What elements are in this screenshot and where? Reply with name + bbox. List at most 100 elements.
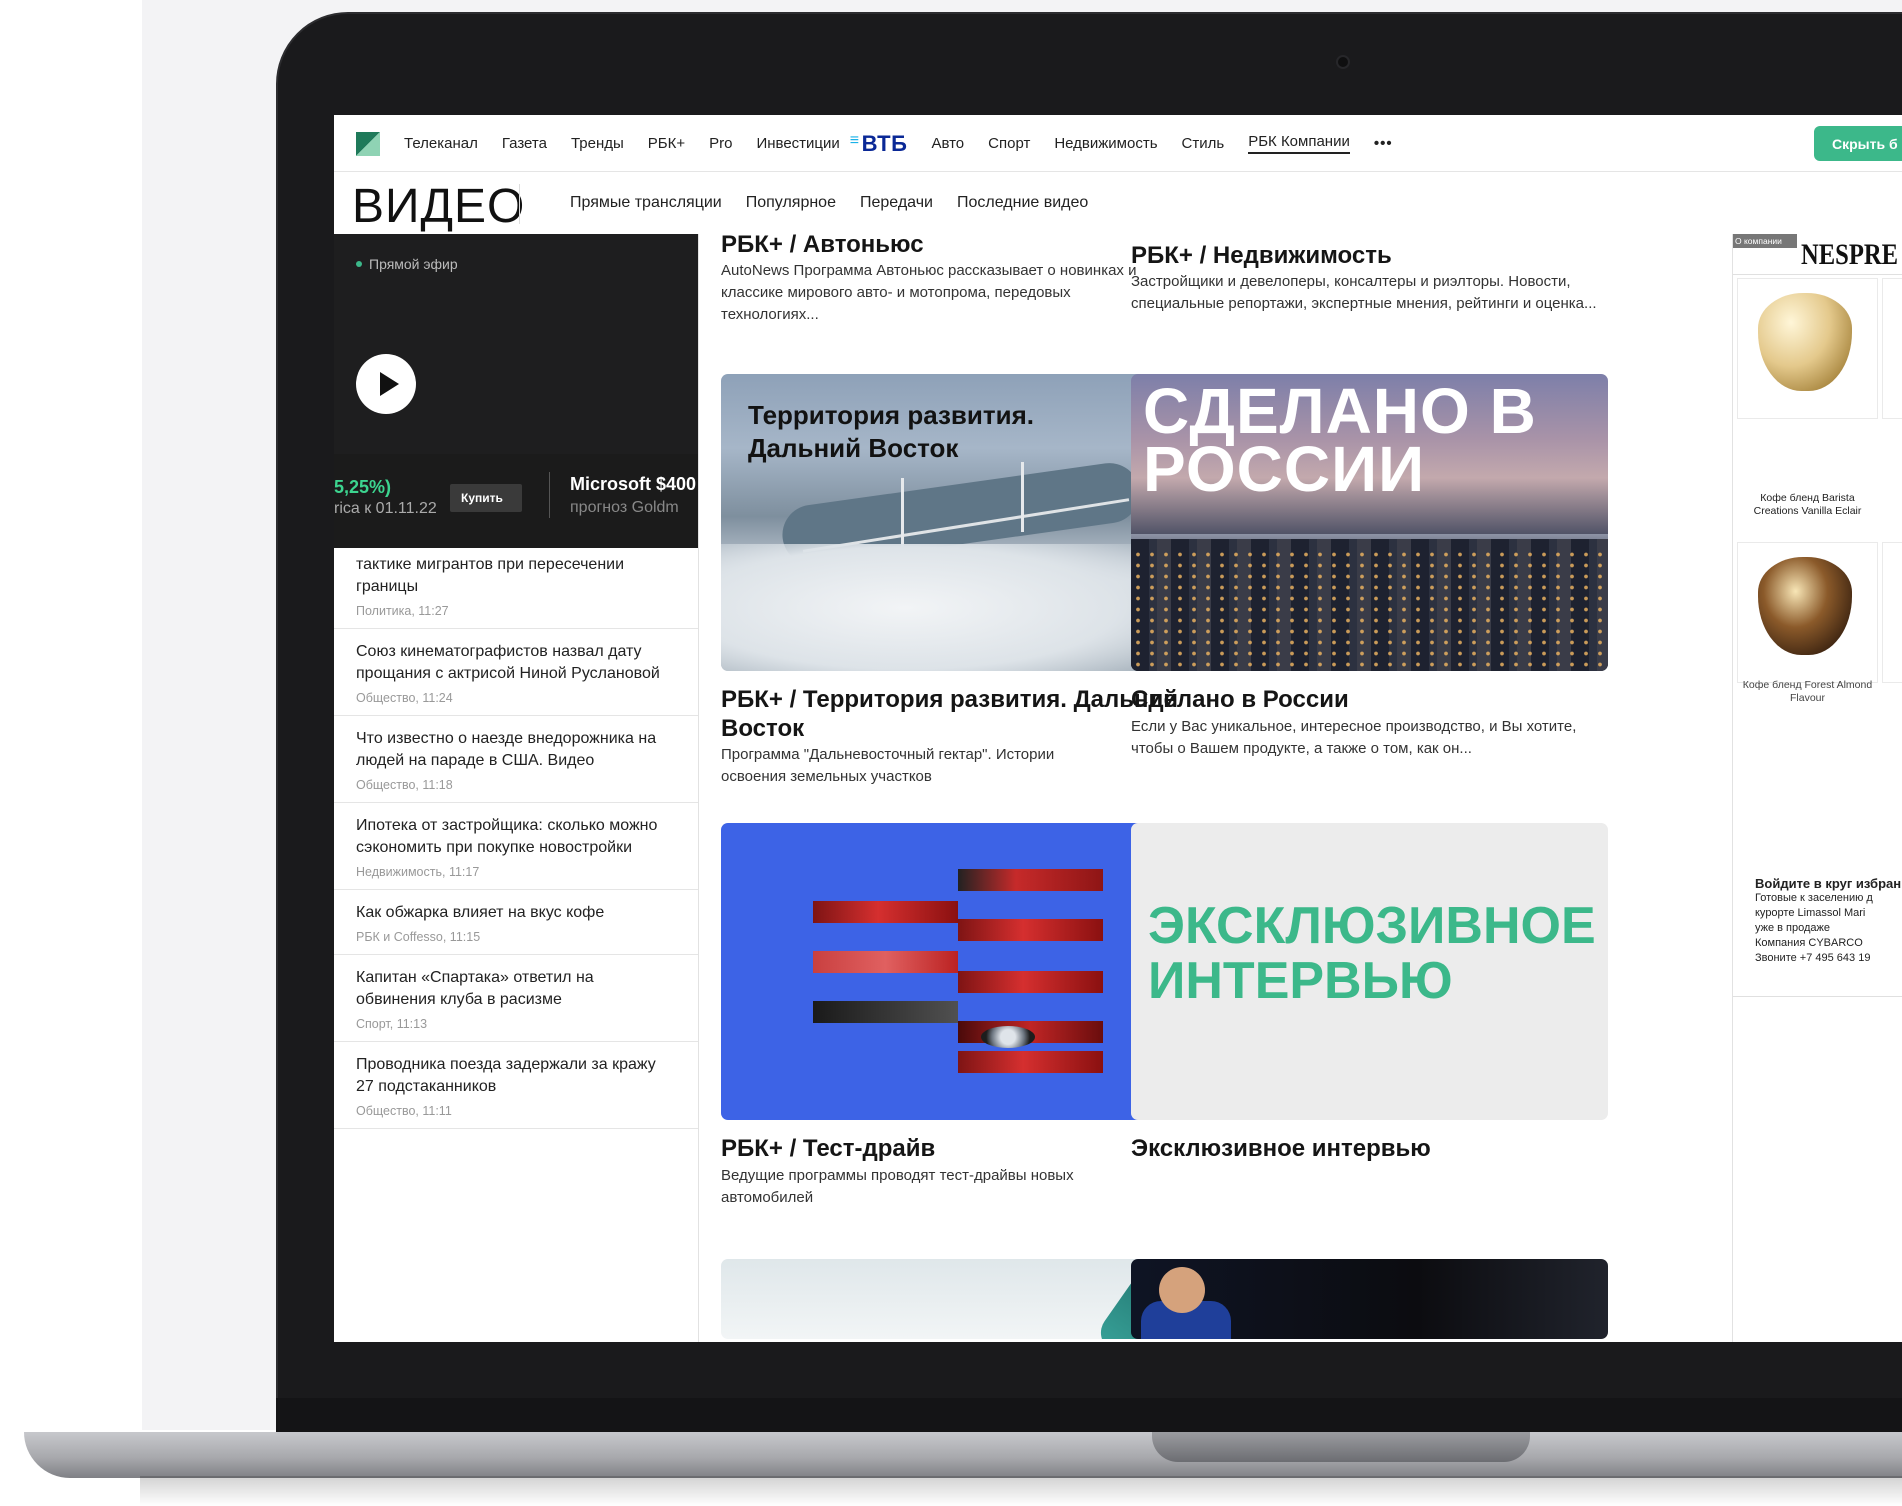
card-desc-made-in-russia: Если у Вас уникальное, интересное произв… (1131, 718, 1577, 757)
product-name[interactable]: Кофе бленд Barista Creations Vanilla Ecl… (1737, 492, 1878, 518)
ad-text-line: Звоните +7 495 643 19 (1755, 952, 1871, 964)
live-player[interactable]: Прямой эфир 5,25%) rica к 01.11.22 Купит… (334, 234, 698, 548)
ad-text-line: курорте Limassol Mari (1755, 907, 1866, 919)
page-background-left (0, 0, 142, 1506)
live-label: Прямой эфир (356, 256, 458, 272)
ad-text-line: Компания CYBARCO (1755, 937, 1863, 949)
thumb-athlete (1159, 1267, 1205, 1313)
nav-item-pro[interactable]: Pro (709, 135, 732, 152)
thumb-caption: СДЕЛАНО В РОССИИ (1143, 375, 1537, 505)
news-list: тактике мигрантов при пересечении границ… (334, 548, 698, 1129)
card-title-far-east[interactable]: РБК+ / Территория развития. Дальний Вост… (721, 685, 1191, 743)
card-title-test-drive[interactable]: РБК+ / Тест-драйв (721, 1134, 1191, 1163)
more-menu-icon[interactable]: ••• (1374, 135, 1393, 152)
news-title[interactable]: Союз кинематографистов назвал дату проща… (356, 641, 677, 685)
nav-item-trendy[interactable]: Тренды (571, 135, 624, 152)
ad-about-label[interactable]: О компании (1733, 234, 1797, 248)
thumb-headlight (981, 1026, 1035, 1048)
thumb-next-right[interactable] (1131, 1259, 1608, 1339)
thumb-exclusive-interview[interactable]: ЭКСКЛЮЗИВНОЕ ИНТЕРВЬЮ (1131, 823, 1608, 1120)
browser-screen: Телеканал Газета Тренды РБК+ Pro Инвести… (334, 115, 1902, 1342)
card-title-exclusive[interactable]: Эксклюзивное интервью (1131, 1134, 1601, 1163)
top-nav: Телеканал Газета Тренды РБК+ Pro Инвести… (334, 115, 1902, 172)
thumb-far-east[interactable]: Территория развития. Дальний Восток (721, 374, 1198, 671)
nav-item-rbc-plus[interactable]: РБК+ (648, 135, 685, 152)
news-sidebar: Прямой эфир 5,25%) rica к 01.11.22 Купит… (334, 234, 699, 1342)
news-item[interactable]: Что известно о наезде внедорожника на лю… (334, 716, 698, 803)
section-link-shows[interactable]: Передачи (860, 194, 933, 212)
news-item[interactable]: Союз кинематографистов назвал дату проща… (334, 629, 698, 716)
card-title-made-in-russia[interactable]: Сделано в России (1131, 685, 1601, 714)
section-divider (519, 184, 520, 224)
news-item[interactable]: Проводника поезда задержали за кражу 27 … (334, 1042, 698, 1129)
product-card[interactable] (1882, 278, 1902, 419)
ad-divider (1733, 996, 1902, 997)
ad-sidebar: О компании NESPRE Кофе бленд Barista Cre… (1732, 234, 1902, 1342)
thumb-car-stripe (958, 971, 1103, 993)
webcam-icon (1336, 55, 1350, 69)
ticker-percent: 5,25%) (334, 477, 392, 497)
news-meta: РБК и Coffesso, 11:15 (356, 930, 481, 944)
product-name[interactable]: Кофе бленд Forest Almond Flavour (1737, 679, 1878, 705)
nav-item-telekanal[interactable]: Телеканал (404, 135, 478, 152)
thumb-car-stripe (958, 869, 1103, 891)
thumb-lights (1131, 549, 1608, 669)
hide-banner-button[interactable]: Скрыть б (1814, 126, 1902, 161)
nav-item-rbc-companies[interactable]: РБК Компании (1248, 133, 1350, 154)
ad-text-line: Войдите в круг избран (1755, 876, 1902, 891)
product-card[interactable] (1737, 542, 1878, 683)
product-card[interactable] (1737, 278, 1878, 419)
nav-item-stil[interactable]: Стиль (1182, 135, 1225, 152)
thumb-fog (721, 544, 1198, 671)
section-links: Прямые трансляции Популярное Передачи По… (570, 172, 1088, 234)
ad-text-block[interactable]: Войдите в круг избран Готовые к заселени… (1755, 876, 1902, 966)
news-meta: Общество, 11:24 (356, 691, 453, 705)
nespresso-logo[interactable]: NESPRE (1801, 238, 1898, 272)
nav-item-sport[interactable]: Спорт (988, 135, 1030, 152)
vtb-sponsor-logo[interactable]: ВТБ (850, 131, 908, 157)
nav-item-investicii[interactable]: Инвестиции (756, 135, 839, 152)
news-item[interactable]: тактике мигрантов при пересечении границ… (334, 548, 698, 629)
laptop-hinge-notch (1152, 1432, 1530, 1462)
nav-item-gazeta[interactable]: Газета (502, 135, 547, 152)
thumb-car-stripe (958, 919, 1103, 941)
thumb-car-stripe (958, 1051, 1103, 1073)
news-title[interactable]: Что известно о наезде внедорожника на лю… (356, 728, 677, 772)
thumb-caption: ЭКСКЛЮЗИВНОЕ ИНТЕРВЬЮ (1148, 897, 1596, 1010)
ticker-divider (549, 472, 550, 518)
news-title[interactable]: Как обжарка влияет на вкус кофе (356, 902, 677, 924)
nav-item-nedvizhimost[interactable]: Недвижимость (1054, 135, 1157, 152)
news-title[interactable]: Ипотека от застройщика: сколько можно сэ… (356, 815, 677, 859)
thumb-next-left[interactable] (721, 1259, 1198, 1339)
section-link-popular[interactable]: Популярное (746, 194, 836, 212)
thumb-caption: Территория развития. Дальний Восток (748, 400, 1034, 463)
card-title-realty[interactable]: РБК+ / Недвижимость (1131, 241, 1601, 270)
news-meta: Общество, 11:18 (356, 778, 453, 792)
card-desc-test-drive: Ведущие программы проводят тест-драйвы н… (721, 1167, 1074, 1206)
news-item[interactable]: Как обжарка влияет на вкус кофе РБК и Co… (334, 890, 698, 955)
ad-divider (1733, 274, 1902, 275)
section-title: ВИДЕО (352, 180, 526, 233)
thumb-bridge-tower (1021, 462, 1024, 532)
section-link-latest[interactable]: Последние видео (957, 194, 1088, 212)
play-icon[interactable] (356, 354, 416, 414)
section-link-live[interactable]: Прямые трансляции (570, 194, 722, 212)
thumb-car-stripe (813, 951, 958, 973)
video-grid: РБК+ / Автоньюс AutoNews Программа Автон… (699, 234, 1732, 1342)
news-meta: Недвижимость, 11:17 (356, 865, 480, 879)
thumb-made-in-russia[interactable]: СДЕЛАНО В РОССИИ (1131, 374, 1608, 671)
product-card[interactable] (1882, 542, 1902, 683)
buy-button[interactable]: Купить (450, 484, 522, 512)
thumb-car-stripe (813, 901, 958, 923)
laptop-base (24, 1432, 1902, 1478)
nav-item-avto[interactable]: Авто (931, 135, 964, 152)
coffee-capsule-icon (1758, 293, 1852, 391)
card-title-autonews[interactable]: РБК+ / Автоньюс (721, 234, 1191, 259)
news-title[interactable]: тактике мигрантов при пересечении границ… (356, 554, 677, 598)
news-item[interactable]: Капитан «Спартака» ответил на обвинения … (334, 955, 698, 1042)
news-title[interactable]: Капитан «Спартака» ответил на обвинения … (356, 967, 677, 1011)
thumb-test-drive[interactable] (721, 823, 1198, 1120)
rbc-logo-icon[interactable] (356, 132, 380, 156)
news-title[interactable]: Проводника поезда задержали за кражу 27 … (356, 1054, 677, 1098)
news-item[interactable]: Ипотека от застройщика: сколько можно сэ… (334, 803, 698, 890)
